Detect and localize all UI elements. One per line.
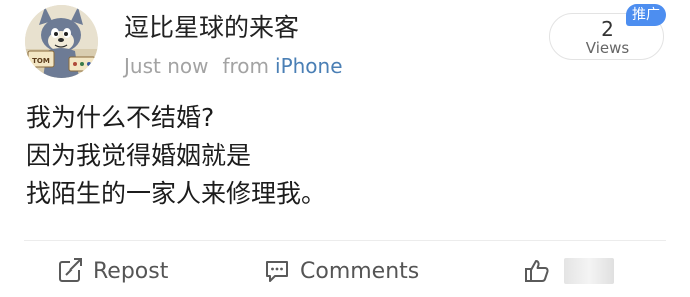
- post-line: 我为什么不结婚?: [26, 103, 215, 132]
- repost-button[interactable]: Repost: [57, 254, 168, 288]
- repost-icon: [57, 258, 83, 284]
- post-meta: Just now from iPhone: [124, 53, 343, 79]
- comment-icon: [264, 258, 290, 284]
- thumbs-up-icon: [524, 258, 550, 284]
- like-button[interactable]: [524, 254, 614, 288]
- post-time: Just now: [124, 54, 209, 78]
- cartoon-cat-avatar-icon: TOM: [25, 5, 98, 78]
- comments-label: Comments: [300, 258, 420, 284]
- source-prefix: from: [222, 54, 270, 78]
- post-line: 找陌生的一家人来修理我。: [26, 179, 327, 208]
- avatar-caption: TOM: [32, 57, 50, 65]
- comments-button[interactable]: Comments: [264, 254, 419, 288]
- like-count-placeholder: [564, 258, 614, 284]
- username[interactable]: 逗比星球的来客: [124, 12, 299, 44]
- post-body: 我为什么不结婚? 因为我觉得婚姻就是 找陌生的一家人来修理我。: [26, 99, 666, 213]
- avatar[interactable]: TOM: [25, 5, 98, 78]
- views-label: Views: [585, 39, 630, 57]
- post-card: TOM 逗比星球的来客 Just now from iPhone 2 Views 推…: [0, 0, 690, 297]
- source-link[interactable]: iPhone: [275, 54, 343, 78]
- repost-label: Repost: [93, 258, 169, 284]
- divider: [24, 240, 666, 241]
- promo-badge[interactable]: 推广: [626, 4, 666, 26]
- post-line: 因为我觉得婚姻就是: [26, 141, 252, 170]
